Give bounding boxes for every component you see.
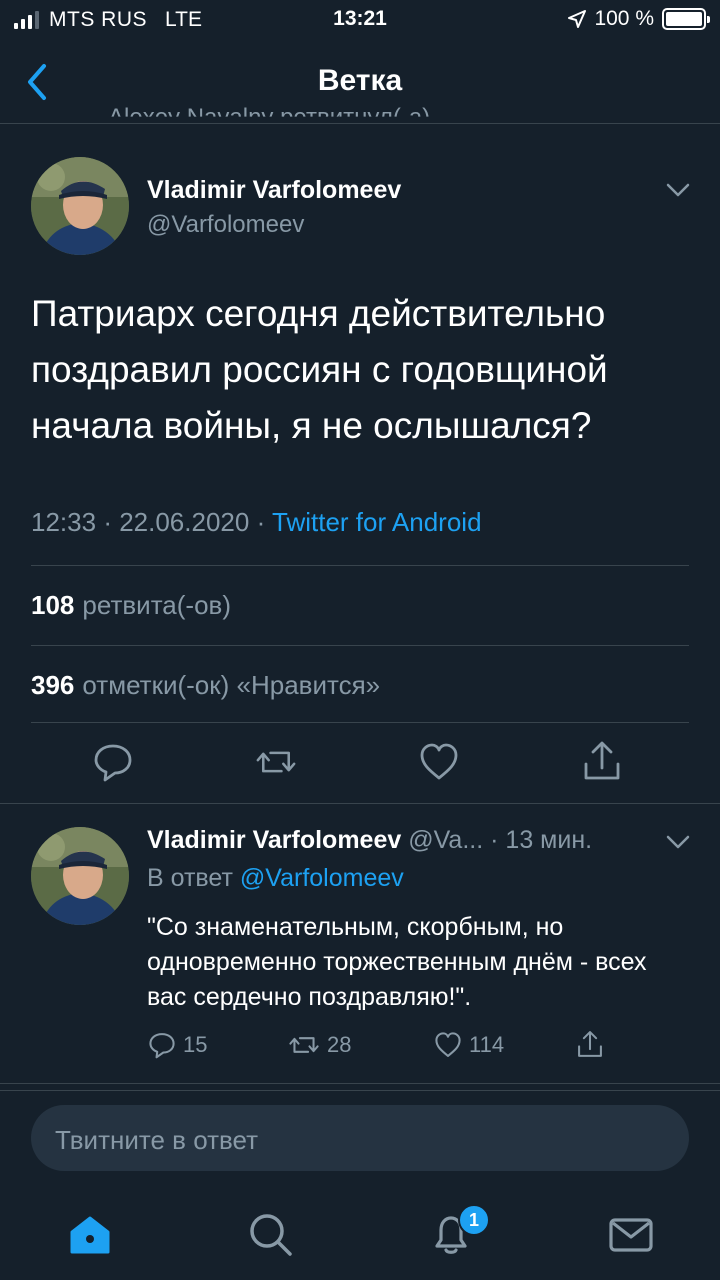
battery-percent: 100 %: [594, 7, 654, 30]
retweet-count: 28: [327, 1032, 352, 1057]
retweet-icon: [289, 1037, 319, 1053]
reply-input[interactable]: [55, 1125, 655, 1156]
share-icon[interactable]: [582, 740, 622, 784]
share-icon: [578, 1031, 602, 1057]
reply-to-label: В ответ: [147, 864, 233, 892]
divider: [0, 803, 720, 804]
location-arrow-icon: [568, 10, 587, 28]
tab-bar: [0, 1190, 720, 1280]
likes-stat[interactable]: 396 отметки(-ок) «Нравится»: [31, 670, 380, 701]
search-icon[interactable]: [246, 1210, 294, 1258]
divider: [31, 722, 689, 723]
meta-separator: ·: [103, 507, 120, 537]
reply-author-handle[interactable]: @Va...: [408, 826, 483, 854]
reply-to-line: В ответ @Varfolomeev: [147, 864, 404, 893]
tweet-time: 12:33: [31, 507, 97, 537]
divider: [0, 1083, 720, 1084]
meta-separator: ·: [256, 507, 272, 537]
status-right: 100 %: [568, 7, 710, 31]
divider: [31, 565, 689, 566]
retweets-stat[interactable]: 108 ретвита(-ов): [31, 590, 231, 621]
caret-down-icon[interactable]: [664, 180, 692, 200]
tweet-text: Патриарх сегодня действительно поздравил…: [31, 293, 608, 446]
likes-count: 396: [31, 670, 75, 700]
tweet-meta: 12:33 · 22.06.2020 · Twitter for Android: [31, 507, 482, 538]
like-count: 114: [469, 1032, 505, 1057]
reply-time: · 13 мин.: [490, 826, 593, 854]
reply-to-handle-link[interactable]: @Varfolomeev: [240, 864, 404, 892]
avatar-image: [31, 157, 129, 255]
retweet-icon[interactable]: [256, 740, 296, 784]
tweet-source-link[interactable]: Twitter for Android: [272, 507, 482, 537]
like-icon[interactable]: [419, 740, 459, 784]
avatar[interactable]: [31, 827, 129, 925]
reply-like-button[interactable]: 114: [433, 1030, 504, 1060]
reply-composer[interactable]: [31, 1105, 689, 1171]
page-title: Ветка: [317, 64, 403, 97]
tweet-action-bar: [0, 740, 720, 790]
notifications-badge: 1: [458, 1204, 490, 1236]
reply-text: "Со знаменательным, скорбным, но одновре…: [147, 913, 647, 1011]
avatar-image: [31, 827, 129, 925]
mail-icon[interactable]: [607, 1210, 655, 1258]
reply-reply-button[interactable]: 15: [147, 1030, 207, 1060]
likes-label: отметки(-ок) «Нравится»: [82, 670, 381, 700]
retweets-count: 108: [31, 590, 75, 620]
tweet-date: 22.06.2020: [119, 507, 250, 537]
retweets-label: ретвита(-ов): [82, 590, 232, 620]
reply-author-name[interactable]: Vladimir Varfolomeev: [147, 826, 401, 854]
caret-down-icon[interactable]: [664, 832, 692, 852]
reply-action-bar: 15 28 114: [147, 1030, 647, 1070]
reply-icon[interactable]: [93, 740, 133, 784]
reply-icon: [149, 1033, 175, 1059]
author-name[interactable]: Vladimir Varfolomeev: [147, 176, 401, 205]
home-icon[interactable]: [66, 1210, 114, 1258]
like-icon: [435, 1032, 461, 1057]
battery-icon: [662, 8, 710, 30]
author-handle[interactable]: @Varfolomeev: [147, 211, 304, 239]
divider: [31, 645, 689, 646]
reply-count: 15: [183, 1032, 208, 1057]
status-bar: MTS RUS LTE 13:21 100 %: [0, 0, 720, 40]
reply-retweet-button[interactable]: 28: [287, 1030, 351, 1060]
reply-header: Vladimir Varfolomeev @Va... · 13 мин.: [147, 826, 667, 855]
reply-share-button[interactable]: [575, 1030, 611, 1060]
avatar[interactable]: [31, 157, 129, 255]
